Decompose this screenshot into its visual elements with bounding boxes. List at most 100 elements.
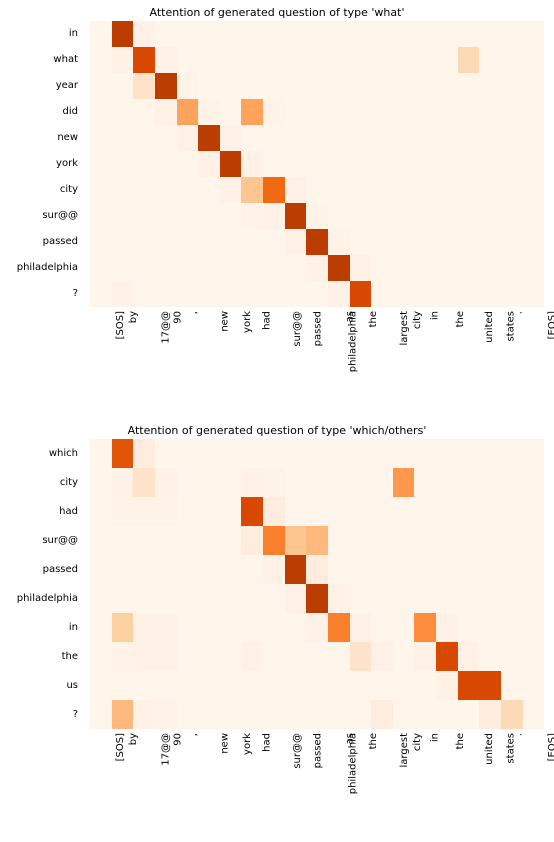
heatmap-cell — [414, 229, 436, 255]
heatmap-cell — [501, 151, 523, 177]
heatmap-cell — [306, 281, 328, 307]
heatmap-cell — [371, 125, 393, 151]
heatmap-cell — [393, 47, 415, 73]
heatmap-cell — [371, 671, 393, 700]
heatmap-cell — [501, 555, 523, 584]
heatmap-cell — [220, 700, 242, 729]
heatmap-cell — [306, 229, 328, 255]
heatmap-cell — [241, 151, 263, 177]
heatmap-cell — [241, 526, 263, 555]
heatmap-cell — [328, 671, 350, 700]
heatmap-cell — [220, 255, 242, 281]
heatmap-cell — [350, 497, 372, 526]
heatmap-cell — [328, 555, 350, 584]
heatmap-cell — [458, 229, 480, 255]
x-tick-label: states — [505, 311, 516, 342]
heatmap-cell — [479, 555, 501, 584]
x-tick-label: city — [413, 733, 424, 751]
heatmap-cell — [285, 281, 307, 307]
heatmap-cell — [479, 613, 501, 642]
heatmap-cell — [523, 439, 545, 468]
heatmap-cell — [393, 151, 415, 177]
heatmap-cell — [133, 468, 155, 497]
y-tick-label: ? — [0, 700, 84, 729]
heatmap-cell — [414, 281, 436, 307]
heatmap-cell — [523, 671, 545, 700]
heatmap-cell — [350, 229, 372, 255]
heatmap-cell — [90, 47, 112, 73]
x-tick-label: passed — [313, 311, 324, 346]
heatmap-cell — [133, 526, 155, 555]
heatmap-cell — [436, 281, 458, 307]
heatmap-cell — [133, 281, 155, 307]
x-tick-label: passed — [313, 733, 324, 768]
y-tick-label: had — [0, 497, 84, 526]
heatmap-cell — [285, 177, 307, 203]
heatmap-cell — [155, 255, 177, 281]
heatmap-cell — [350, 125, 372, 151]
heatmap-cell — [328, 21, 350, 47]
x-tick-label: had — [262, 311, 273, 330]
heatmap-cell — [393, 497, 415, 526]
heatmap-cell — [133, 21, 155, 47]
x-tick-label: sur@@ — [292, 311, 303, 347]
heatmap-cell — [328, 613, 350, 642]
heatmap-cell — [177, 177, 199, 203]
heatmap-cell — [479, 125, 501, 151]
x-tick-label: as — [344, 311, 355, 322]
x-tick-label: by — [129, 733, 140, 745]
heatmap-cell — [285, 21, 307, 47]
heatmap-cell — [414, 177, 436, 203]
heatmap-cell — [501, 203, 523, 229]
heatmap-cell — [112, 99, 134, 125]
heatmap-cell — [306, 584, 328, 613]
heatmap-cell — [501, 73, 523, 99]
heatmap-cell — [285, 255, 307, 281]
heatmap-cell — [285, 700, 307, 729]
heatmap-cell — [263, 613, 285, 642]
heatmap-cell — [285, 526, 307, 555]
heatmap-cell — [198, 671, 220, 700]
heatmap-cell — [436, 99, 458, 125]
heatmap-cell — [479, 584, 501, 613]
heatmap-cell — [198, 99, 220, 125]
heatmap-cell — [177, 584, 199, 613]
heatmap-cell — [198, 584, 220, 613]
heatmap-cell — [306, 468, 328, 497]
heatmap-cell — [414, 203, 436, 229]
heatmap-cell — [414, 526, 436, 555]
heatmap-cell — [479, 642, 501, 671]
heatmap-cell — [328, 255, 350, 281]
heatmap-cell — [458, 584, 480, 613]
heatmap-cell — [501, 229, 523, 255]
heatmap-cell — [350, 203, 372, 229]
heatmap-cell — [112, 439, 134, 468]
attention-heatmap-what: Attention of generated question of type … — [0, 6, 554, 397]
heatmap-cell — [220, 125, 242, 151]
heatmap-cell — [220, 671, 242, 700]
heatmap-cell — [177, 497, 199, 526]
heatmap-cell — [523, 203, 545, 229]
heatmap-cell — [328, 47, 350, 73]
heatmap-cell — [90, 151, 112, 177]
heatmap-cell — [112, 555, 134, 584]
heatmap-cell — [436, 642, 458, 671]
heatmap-cell — [479, 47, 501, 73]
heatmap-cell — [112, 151, 134, 177]
heatmap-cell — [112, 203, 134, 229]
heatmap-cell — [198, 700, 220, 729]
heatmap-cell — [241, 125, 263, 151]
heatmap-cell — [479, 671, 501, 700]
heatmap-cell — [177, 700, 199, 729]
heatmap-cell — [112, 700, 134, 729]
heatmap-cell — [220, 177, 242, 203]
heatmap-cell — [393, 99, 415, 125]
heatmap-cell — [112, 671, 134, 700]
heatmap-cell — [285, 125, 307, 151]
heatmap-cell — [501, 700, 523, 729]
x-tick-label: , — [189, 311, 200, 314]
heatmap-cell — [241, 497, 263, 526]
heatmap-cell — [458, 281, 480, 307]
heatmap-cell — [90, 255, 112, 281]
heatmap-cell — [220, 47, 242, 73]
